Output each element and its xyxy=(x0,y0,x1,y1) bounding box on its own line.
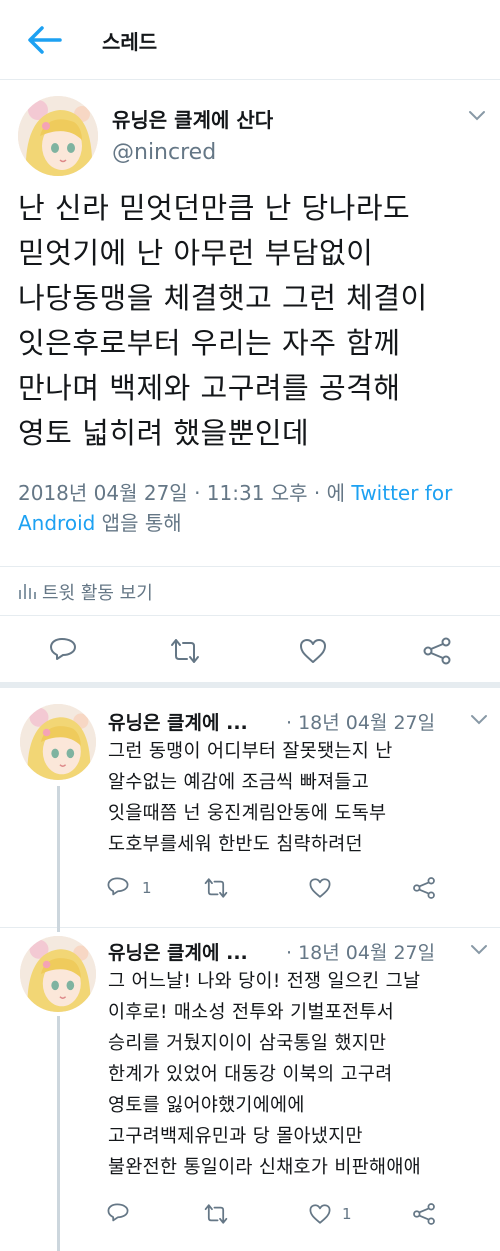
author-handle[interactable]: @nincred xyxy=(112,140,216,165)
reply-icon xyxy=(107,877,129,896)
tweet-timestamp: 2018년 04월 27일 · 11:31 오후 · 에 xyxy=(18,481,352,505)
reply-date: · 18년 04월 27일 xyxy=(286,942,436,964)
share-icon xyxy=(413,877,435,899)
reply-button[interactable] xyxy=(106,876,130,900)
chevron-down-icon xyxy=(471,715,487,725)
chevron-down-icon xyxy=(471,945,487,955)
reply-button[interactable] xyxy=(106,1202,130,1226)
reply-count: 1 xyxy=(142,879,152,897)
tweet-menu-button[interactable] xyxy=(468,108,486,122)
share-icon xyxy=(413,1203,435,1225)
like-count: 1 xyxy=(342,1205,352,1223)
arrow-left-icon xyxy=(28,26,62,54)
heart-icon xyxy=(309,1204,331,1224)
bar-chart-icon xyxy=(19,584,36,599)
chevron-down-icon xyxy=(469,111,485,121)
share-button[interactable] xyxy=(412,1202,436,1226)
back-button[interactable] xyxy=(26,24,62,56)
retweet-button[interactable] xyxy=(170,636,200,666)
share-button[interactable] xyxy=(412,876,436,900)
like-button[interactable] xyxy=(308,876,332,900)
reply-menu-button[interactable] xyxy=(470,942,488,956)
thread-line xyxy=(57,786,60,932)
reply-button[interactable] xyxy=(48,636,78,666)
tweet-activity-row[interactable]: 트윗 활동 보기 xyxy=(0,566,500,616)
heart-icon xyxy=(300,639,326,663)
tweet-meta: 2018년 04월 27일 · 11:31 오후 · 에 Twitter for… xyxy=(18,478,488,538)
reply-icon xyxy=(107,1203,129,1222)
heart-icon xyxy=(309,878,331,898)
reply-author-name[interactable]: 유닝은 클계에 ... xyxy=(108,938,248,965)
reply-author-name[interactable]: 유닝은 클계에 ... xyxy=(108,708,248,735)
top-app-bar: 스레드 xyxy=(0,0,500,80)
author-display-name[interactable]: 유닝은 클계에 산다 xyxy=(112,104,273,133)
retweet-button[interactable] xyxy=(204,876,228,900)
share-button[interactable] xyxy=(422,636,452,666)
reply-text: 그런 동맹이 어디부터 잘못됏는지 난 알수없는 예감에 조금씩 빠져들고 잇을… xyxy=(108,741,393,855)
retweet-icon xyxy=(204,1204,228,1224)
retweet-icon xyxy=(171,639,199,663)
share-icon xyxy=(423,637,451,665)
retweet-button[interactable] xyxy=(204,1202,228,1226)
anime-girl-avatar-image xyxy=(20,704,96,780)
like-button[interactable] xyxy=(308,1202,332,1226)
anime-girl-avatar-image xyxy=(20,936,96,1012)
thread-line xyxy=(57,1016,60,1251)
like-button[interactable] xyxy=(298,636,328,666)
avatar[interactable] xyxy=(20,936,96,1012)
reply-text: 그 어느날! 나와 당이! 전쟁 일으킨 그날 이후로! 매소성 전투와 기벌포… xyxy=(108,971,421,1178)
anime-girl-avatar-image xyxy=(18,96,98,176)
avatar[interactable] xyxy=(18,96,98,176)
avatar[interactable] xyxy=(20,704,96,780)
reply-menu-button[interactable] xyxy=(470,712,488,726)
client-suffix: 앱을 통해 xyxy=(95,511,182,535)
retweet-icon xyxy=(204,878,228,898)
reply-date: · 18년 04월 27일 xyxy=(286,712,436,734)
reply-icon xyxy=(50,638,76,660)
tweet-activity-label[interactable]: 트윗 활동 보기 xyxy=(42,579,153,605)
tweet-text: 난 신라 믿엇던만큼 난 당나라도 믿엇기에 난 아무런 부담없이 나당동맹을 … xyxy=(18,191,428,450)
page-title: 스레드 xyxy=(102,30,158,54)
